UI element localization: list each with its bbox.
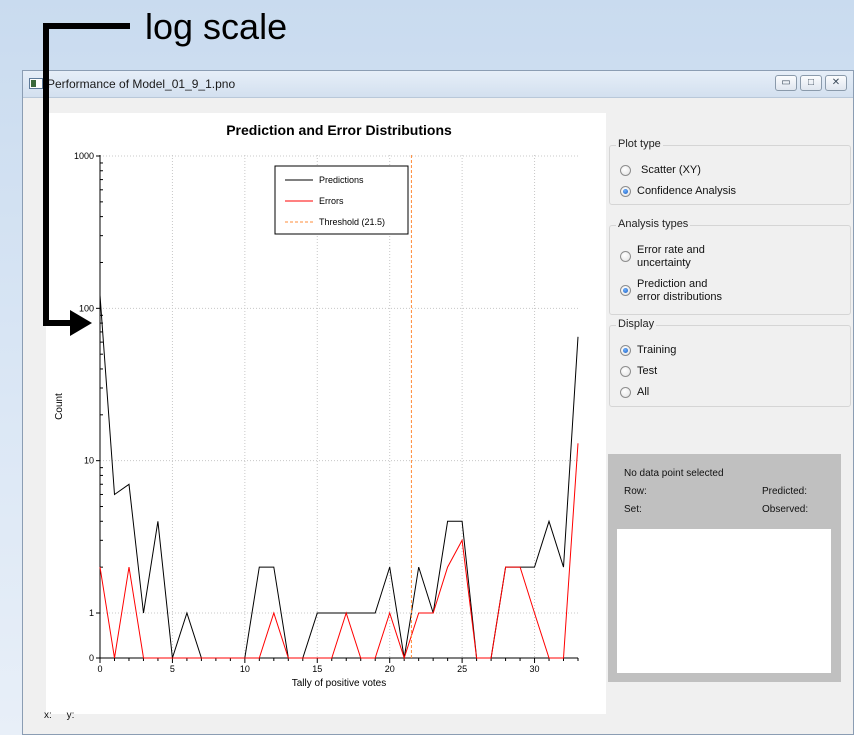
x-tick-label: 30 (530, 664, 540, 674)
display-group: Display Training Test All (609, 318, 851, 407)
x-coordinate-label: x: (44, 710, 52, 721)
radio-label-line: Prediction and (637, 278, 708, 290)
radio-label: All (637, 386, 650, 398)
radio-scatter-xy[interactable]: Scatter (XY) (620, 164, 701, 177)
status-bar: x: y: (44, 710, 86, 721)
maximize-button[interactable]: □ (800, 75, 822, 91)
radio-button[interactable] (620, 165, 631, 176)
x-tick-label: 0 (97, 664, 102, 674)
y-tick-label: 1 (89, 608, 94, 618)
y-tick-label: 100 (79, 303, 94, 313)
x-tick-label: 10 (240, 664, 250, 674)
x-tick-label: 25 (457, 664, 467, 674)
x-tick-label: 5 (170, 664, 175, 674)
radio-error-rate[interactable]: Error rate and uncertainty (620, 244, 705, 270)
y-tick-label: 1000 (74, 151, 94, 161)
data-point-details (617, 529, 831, 673)
radio-label: Prediction and error distributions (637, 278, 722, 304)
radio-button[interactable] (620, 387, 631, 398)
radio-label-line: Error rate and (637, 244, 705, 256)
minimize-button[interactable]: ▭ (775, 75, 797, 91)
radio-button[interactable] (620, 285, 631, 296)
radio-button[interactable] (620, 186, 631, 197)
plot-type-title: Plot type (616, 138, 663, 150)
x-tick-label: 20 (385, 664, 395, 674)
radio-label-line: uncertainty (637, 257, 691, 269)
legend-item: Predictions (319, 175, 364, 185)
y-tick-label: 10 (84, 456, 94, 466)
x-axis-label: Tally of positive votes (292, 678, 387, 689)
radio-button[interactable] (620, 345, 631, 356)
title-bar: Performance of Model_01_9_1.pno ▭ □ ✕ (23, 71, 853, 98)
y-coordinate-label: y: (66, 710, 75, 721)
y-axis-label: Count (54, 393, 65, 420)
display-title: Display (616, 318, 657, 330)
radio-button[interactable] (620, 366, 631, 377)
no-selection-text: No data point selected (624, 468, 724, 479)
radio-confidence-analysis[interactable]: Confidence Analysis (620, 185, 736, 198)
predictions-line (99, 295, 579, 659)
plot-type-group: Plot type Scatter (XY) Confidence Analys… (609, 138, 851, 205)
radio-label-line: error distributions (637, 291, 722, 303)
chart-title: Prediction and Error Distributions (226, 122, 452, 138)
window-title: Performance of Model_01_9_1.pno (47, 77, 236, 91)
legend-item: Errors (319, 196, 344, 206)
app-icon (29, 78, 43, 89)
radio-training[interactable]: Training (620, 344, 676, 357)
radio-label: Error rate and uncertainty (637, 244, 705, 270)
annotation-log-scale: log scale (145, 6, 288, 47)
observed-label: Observed: (762, 504, 809, 515)
radio-all[interactable]: All (620, 386, 649, 399)
window-controls: ▭ □ ✕ (775, 75, 847, 91)
y-tick-label: 0 (89, 653, 94, 663)
chart: Prediction and Error Distributions 0 1 10 10… (54, 122, 579, 689)
data-point-info-panel: No data point selected Row: Set: Predict… (608, 454, 841, 682)
x-tick-label: 15 (312, 664, 322, 674)
legend-item: Threshold (21.5) (319, 217, 385, 227)
set-label: Set: (624, 504, 642, 515)
analysis-types-group: Analysis types Error rate and uncertaint… (609, 218, 851, 315)
analysis-types-title: Analysis types (616, 218, 691, 230)
plot-panel[interactable]: Prediction and Error Distributions 0 1 10 10… (46, 113, 606, 714)
row-label: Row: (624, 486, 647, 497)
predicted-label: Predicted: (762, 486, 808, 497)
close-button[interactable]: ✕ (825, 75, 847, 91)
radio-label: Training (637, 344, 677, 356)
radio-label: Test (637, 365, 658, 377)
errors-line (99, 443, 579, 660)
radio-prediction-error-dist[interactable]: Prediction and error distributions (620, 278, 722, 304)
radio-test[interactable]: Test (620, 365, 657, 378)
radio-label: Confidence Analysis (637, 185, 737, 197)
radio-label: Scatter (XY) (641, 164, 701, 176)
radio-button[interactable] (620, 251, 631, 262)
